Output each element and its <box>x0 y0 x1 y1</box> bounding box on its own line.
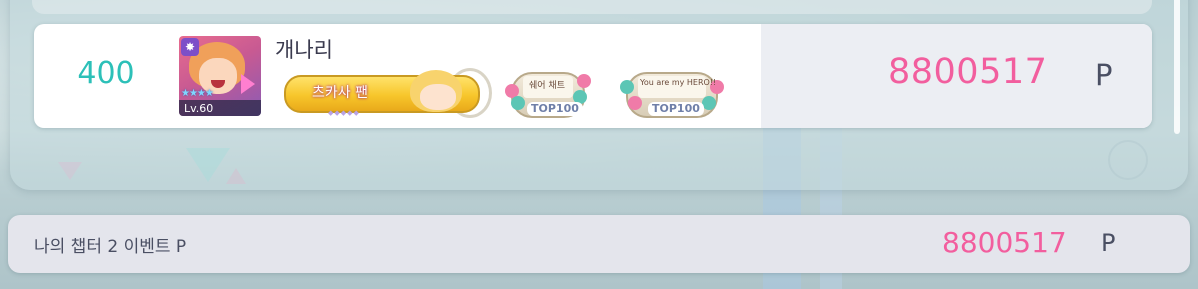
medal-top-tag: TOP100 <box>648 102 704 116</box>
event-points-unit: P <box>1095 58 1113 92</box>
my-points-unit: P <box>1101 229 1116 257</box>
scrollbar[interactable] <box>1174 0 1180 134</box>
avatar-level: Lv.60 <box>184 102 214 115</box>
medal-mini-text: You are my HERO!! <box>640 78 717 87</box>
previous-row-edge <box>32 0 1152 14</box>
event-points: 8800517 <box>888 52 1048 92</box>
medal-mini-text: 쉐어 채트 <box>529 81 565 91</box>
badge-gems-icon: ◆◆◆◆◆ <box>328 109 360 117</box>
player-name: 개나리 <box>275 38 333 62</box>
chibi-face-icon <box>420 84 456 110</box>
rank-medal[interactable]: 쉐어 채트 TOP100 <box>503 68 593 118</box>
event-ranking-screen: 400 ✸ ★★★★ Lv.60 개나리 츠카사 팬 ◆◆◆◆◆ 쉐어 채트 T… <box>0 0 1198 289</box>
ranking-row[interactable]: 400 ✸ ★★★★ Lv.60 개나리 츠카사 팬 ◆◆◆◆◆ 쉐어 채트 T… <box>34 24 1152 128</box>
medal-top-tag: TOP100 <box>527 102 583 116</box>
attribute-triangle-icon <box>241 74 255 94</box>
flower-icon <box>620 80 634 94</box>
flower-icon <box>577 74 591 88</box>
title-badge[interactable]: 츠카사 팬 ◆◆◆◆◆ <box>282 68 492 118</box>
attribute-icon: ✸ <box>181 38 199 56</box>
rank-number: 400 <box>77 56 135 91</box>
flower-icon <box>511 96 525 110</box>
player-avatar[interactable]: ✸ ★★★★ Lv.60 <box>179 36 261 116</box>
flower-icon <box>702 96 716 110</box>
my-points-label: 나의 챕터 2 이벤트 P <box>34 237 187 257</box>
my-points-value: 8800517 <box>942 226 1067 259</box>
title-badge-label: 츠카사 팬 <box>312 85 368 101</box>
rank-medal[interactable]: You are my HERO!! TOP100 <box>618 68 726 118</box>
flower-icon <box>628 96 642 110</box>
my-points-bar: 나의 챕터 2 이벤트 P 8800517 P <box>8 215 1190 273</box>
rarity-stars-icon: ★★★★ <box>181 88 214 99</box>
